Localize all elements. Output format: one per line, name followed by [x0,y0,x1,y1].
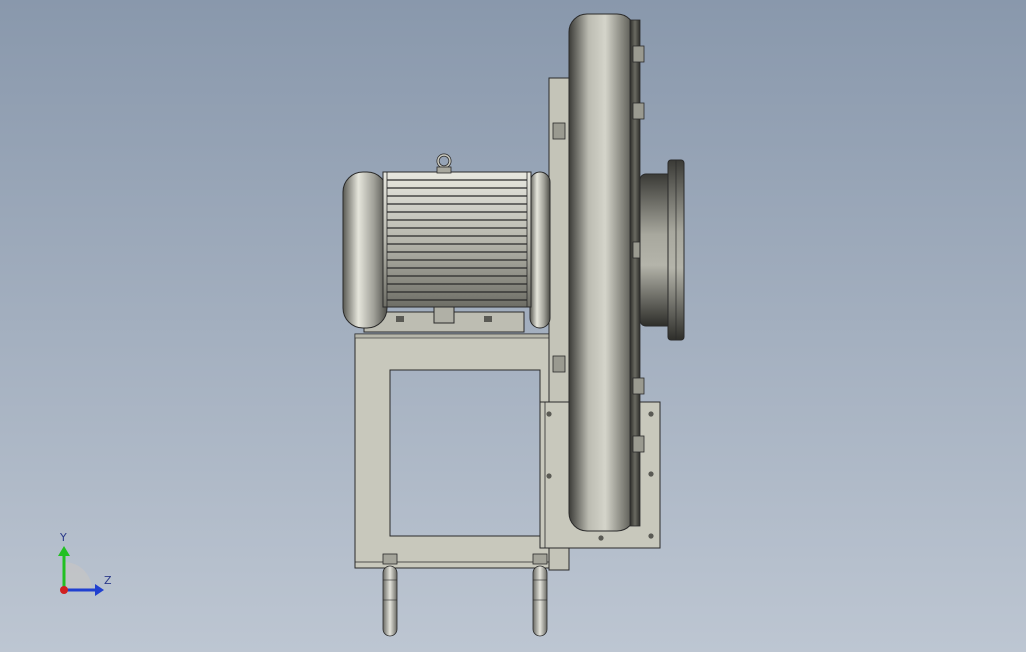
coordinate-triad [58,546,104,596]
z-axis-label: Z [104,574,112,587]
x-axis-arrow [60,586,68,594]
lifting-eye[interactable] [436,153,452,174]
graphics-viewport[interactable]: Y Z [0,0,1026,652]
triad-quadrant [64,562,92,590]
fan-housing[interactable] [568,13,645,532]
motor[interactable] [342,171,551,329]
outlet-flange[interactable] [639,159,685,341]
support-frame[interactable] [354,333,569,569]
y-axis-label: Y [60,531,67,544]
fan-assembly-model[interactable] [0,0,1026,652]
